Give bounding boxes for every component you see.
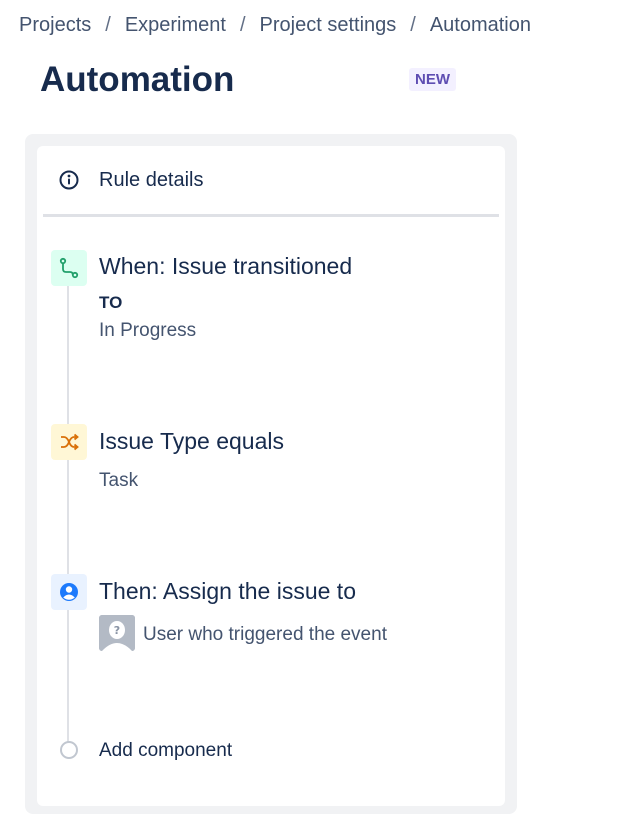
add-component-button[interactable]: Add component (99, 740, 232, 762)
divider (43, 214, 499, 217)
info-icon (59, 170, 79, 190)
action-title[interactable]: Then: Assign the issue to (99, 578, 356, 605)
action-value: User who triggered the event (143, 624, 387, 645)
rule-details-button[interactable]: Rule details (57, 164, 204, 196)
branch-icon (59, 257, 79, 279)
shuffle-icon (61, 433, 79, 451)
svg-text:?: ? (114, 624, 120, 637)
breadcrumb-automation[interactable]: Automation (430, 14, 531, 36)
trigger-to-value: In Progress (99, 320, 197, 341)
trigger-icon-box (51, 250, 87, 286)
breadcrumb-separator: / (239, 14, 246, 36)
page-title: Automation (40, 60, 235, 99)
condition-title[interactable]: Issue Type equals (99, 428, 284, 455)
action-icon-box (51, 574, 87, 610)
timeline-line (67, 270, 69, 744)
breadcrumb-separator: / (105, 14, 111, 36)
trigger-title[interactable]: When: Issue transitioned (99, 253, 352, 280)
new-badge: NEW (409, 68, 456, 91)
breadcrumb: Projects / Experiment / Project settings / Aut… (19, 14, 531, 37)
breadcrumb-projects[interactable]: Projects (19, 14, 91, 36)
user-circle-icon (60, 583, 78, 601)
unknown-user-icon: ? (99, 615, 135, 651)
rule-details-label: Rule details (99, 169, 204, 191)
trigger-to-label: TO (99, 293, 123, 312)
add-component-dot (60, 741, 78, 759)
condition-icon-box (51, 424, 87, 460)
breadcrumb-experiment[interactable]: Experiment (125, 14, 226, 36)
breadcrumb-separator: / (410, 14, 416, 36)
avatar: ? (99, 615, 135, 651)
condition-value: Task (99, 470, 139, 491)
breadcrumb-project-settings[interactable]: Project settings (260, 14, 397, 36)
